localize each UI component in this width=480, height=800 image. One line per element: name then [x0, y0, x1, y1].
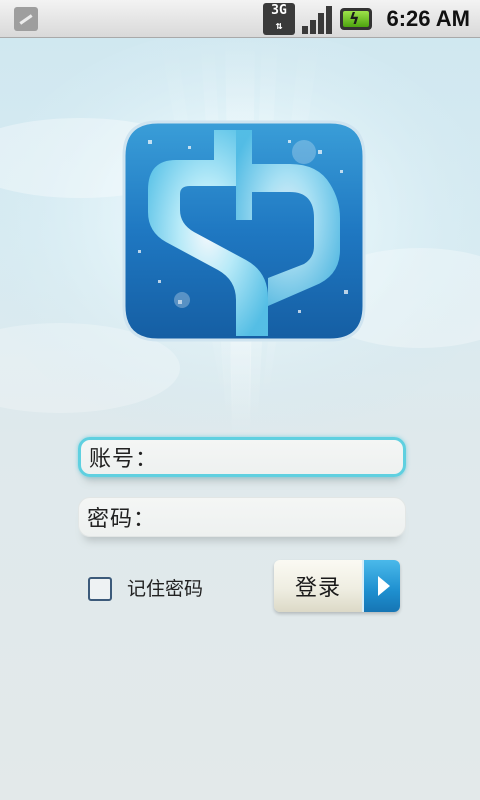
- password-label: 密码：: [87, 507, 157, 532]
- account-input[interactable]: 账号：: [78, 437, 406, 477]
- remember-password-label[interactable]: 记住密码: [127, 575, 203, 603]
- status-bar: 3G ⇅ ϟ 6:26 AM: [0, 0, 480, 38]
- password-input[interactable]: 密码：: [78, 497, 406, 537]
- battery-charging-icon: ϟ: [340, 8, 372, 30]
- arrow-right-icon[interactable]: [362, 560, 400, 612]
- notification-icon[interactable]: [14, 7, 38, 31]
- login-screen: 3G ⇅ ϟ 6:26 AM 账号： 密码： 记住密码 登录: [0, 0, 480, 800]
- 3g-data-icon: 3G ⇅: [263, 3, 295, 35]
- app-logo: [122, 120, 366, 342]
- remember-password-checkbox[interactable]: [88, 577, 112, 601]
- status-time: 6:26 AM: [386, 6, 470, 31]
- account-label: 账号：: [89, 447, 159, 472]
- login-button-label[interactable]: 登录: [274, 560, 362, 612]
- network-type-label: 3G: [271, 3, 287, 18]
- login-button[interactable]: 登录: [274, 560, 400, 612]
- signal-icon: [302, 4, 334, 34]
